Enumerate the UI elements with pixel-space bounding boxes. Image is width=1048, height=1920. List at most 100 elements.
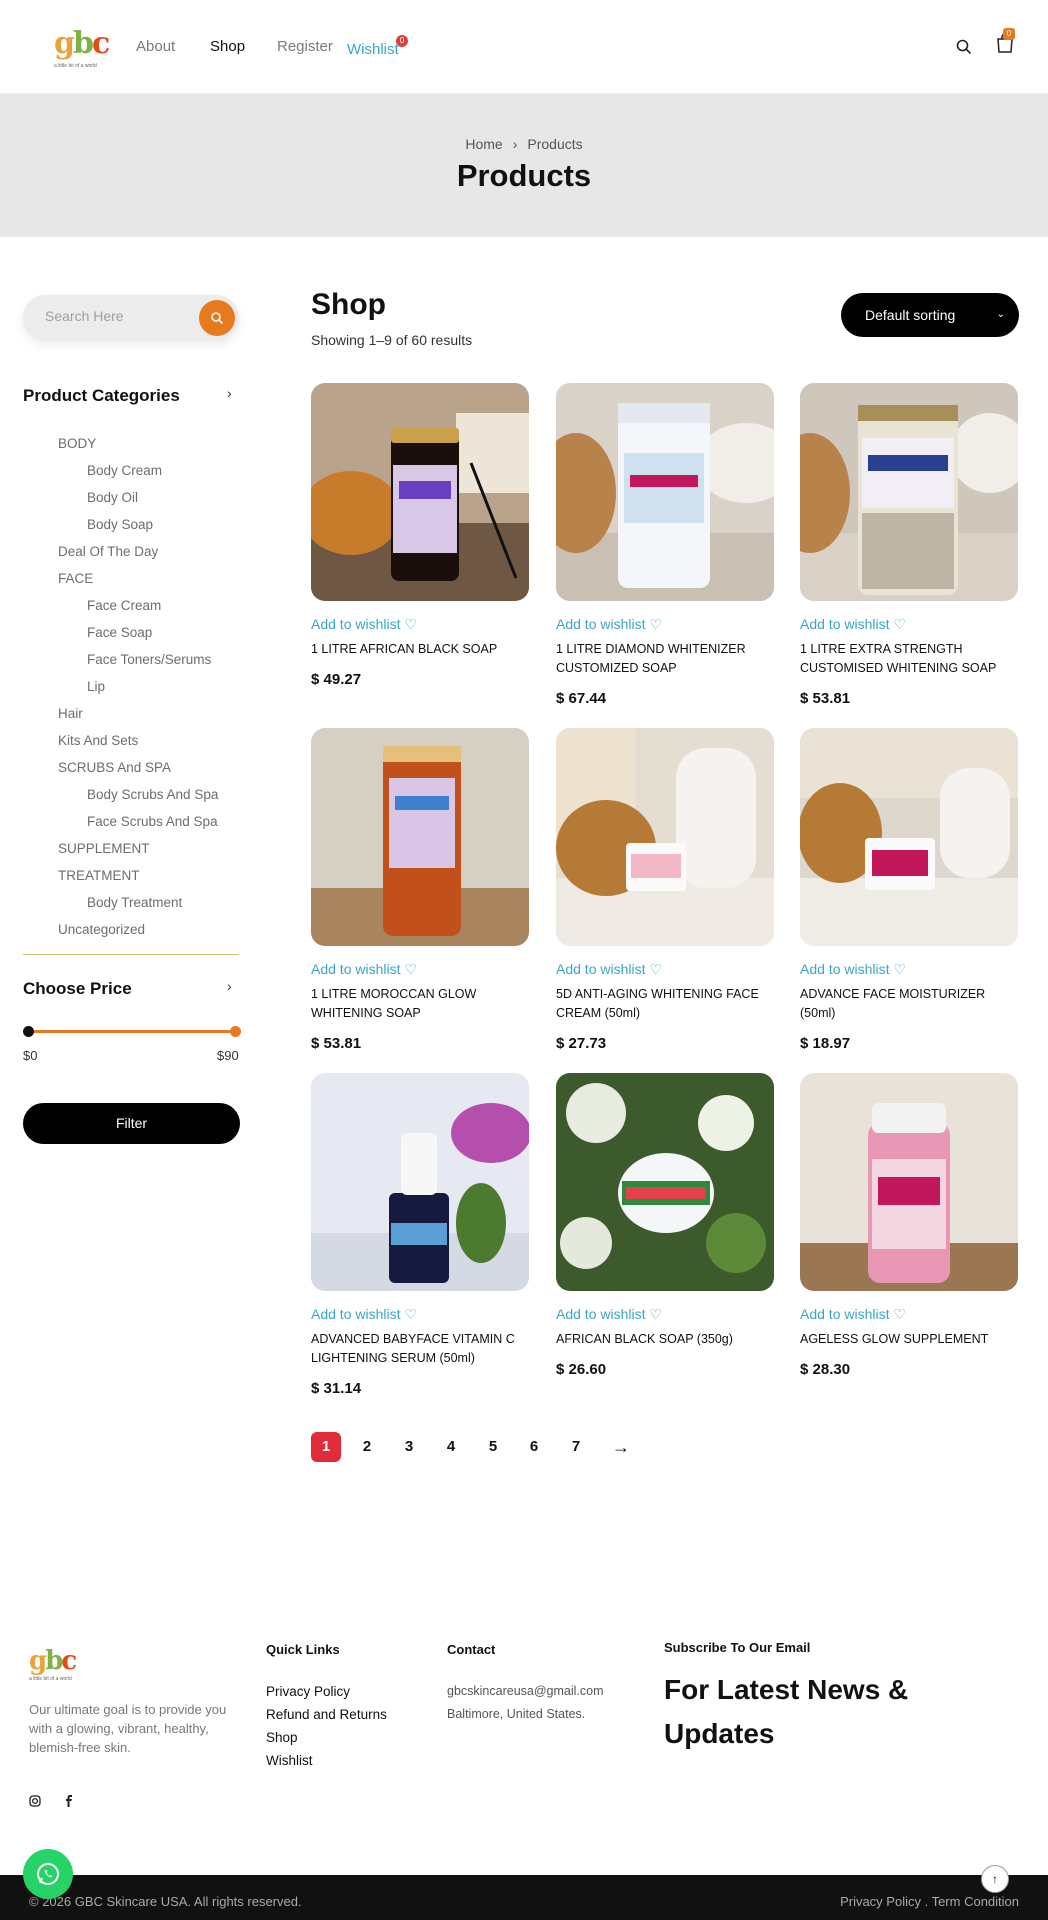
- subscribe-heading: Subscribe To Our Email: [664, 1640, 811, 1655]
- add-to-wishlist-link[interactable]: Add to wishlist ♡: [800, 961, 906, 978]
- product-name[interactable]: AFRICAN BLACK SOAP (350g): [556, 1330, 774, 1349]
- site-logo[interactable]: gbc a little bit of a world: [54, 28, 114, 70]
- nav-wishlist[interactable]: Wishlist: [347, 41, 399, 58]
- add-to-wishlist-link[interactable]: Add to wishlist ♡: [556, 961, 662, 978]
- product-name[interactable]: 1 LITRE MOROCCAN GLOW WHITENING SOAP: [311, 985, 529, 1023]
- price-slider-min-handle[interactable]: [23, 1026, 34, 1037]
- product-price: $ 53.81: [311, 1035, 362, 1052]
- price-min-label: $0: [23, 1048, 38, 1063]
- category-item[interactable]: Body Soap: [87, 517, 153, 532]
- heart-icon: ♡: [649, 961, 662, 977]
- whatsapp-button[interactable]: [23, 1849, 73, 1899]
- search-button[interactable]: [199, 300, 235, 336]
- category-item[interactable]: Face Cream: [87, 598, 161, 613]
- product-name[interactable]: 1 LITRE EXTRA STRENGTH CUSTOMISED WHITEN…: [800, 640, 1018, 678]
- footer-link-wishlist[interactable]: Wishlist: [266, 1753, 313, 1768]
- category-item[interactable]: Lip: [87, 679, 105, 694]
- heart-icon: ♡: [404, 961, 417, 977]
- category-item[interactable]: Face Toners/Serums: [87, 652, 211, 667]
- product-image[interactable]: [800, 1073, 1018, 1291]
- category-item[interactable]: Kits And Sets: [58, 733, 138, 748]
- product-image[interactable]: [556, 383, 774, 601]
- nav-about[interactable]: About: [136, 38, 175, 55]
- add-to-wishlist-link[interactable]: Add to wishlist ♡: [311, 1306, 417, 1323]
- page-banner: Home › Products Products: [0, 94, 1048, 237]
- instagram-icon[interactable]: [28, 1794, 42, 1808]
- category-item[interactable]: Deal Of The Day: [58, 544, 158, 559]
- product-price: $ 18.97: [800, 1035, 851, 1052]
- search-input[interactable]: [45, 308, 195, 324]
- category-item[interactable]: Body Oil: [87, 490, 138, 505]
- add-to-wishlist-link[interactable]: Add to wishlist ♡: [311, 616, 417, 633]
- add-to-wishlist-link[interactable]: Add to wishlist ♡: [556, 1306, 662, 1323]
- category-item[interactable]: SCRUBS And SPA: [58, 760, 171, 775]
- product-image[interactable]: [311, 383, 529, 601]
- cart-count-badge: 0: [1003, 28, 1015, 40]
- product-name[interactable]: 1 LITRE DIAMOND WHITENIZER CUSTOMIZED SO…: [556, 640, 774, 678]
- category-item[interactable]: Hair: [58, 706, 83, 721]
- page-5[interactable]: 5: [478, 1432, 508, 1462]
- search-icon: [211, 312, 224, 325]
- heart-icon: ♡: [893, 961, 906, 977]
- shop-title: Shop: [311, 288, 386, 321]
- price-slider-max-handle[interactable]: [230, 1026, 241, 1037]
- nav-shop[interactable]: Shop: [210, 38, 245, 55]
- product-name[interactable]: ADVANCED BABYFACE VITAMIN C LIGHTENING S…: [311, 1330, 529, 1368]
- add-to-wishlist-link[interactable]: Add to wishlist ♡: [800, 1306, 906, 1323]
- sidebar-divider: [23, 954, 239, 955]
- product-image[interactable]: [311, 728, 529, 946]
- breadcrumb-current: Products: [527, 136, 583, 152]
- category-item[interactable]: Body Treatment: [87, 895, 182, 910]
- footer-link-refund[interactable]: Refund and Returns: [266, 1707, 387, 1722]
- breadcrumb-home[interactable]: Home: [465, 136, 502, 152]
- page-1[interactable]: 1: [311, 1432, 341, 1462]
- chevron-right-icon: ›: [512, 136, 518, 152]
- category-item[interactable]: TREATMENT: [58, 868, 140, 883]
- product-name[interactable]: 1 LITRE AFRICAN BLACK SOAP: [311, 640, 529, 659]
- footer-link-shop[interactable]: Shop: [266, 1730, 298, 1745]
- chevron-right-icon[interactable]: ›: [227, 978, 232, 994]
- category-item[interactable]: SUPPLEMENT: [58, 841, 150, 856]
- add-to-wishlist-link[interactable]: Add to wishlist ♡: [556, 616, 662, 633]
- chevron-right-icon[interactable]: ›: [227, 385, 232, 401]
- next-page-arrow-icon[interactable]: →: [606, 1432, 636, 1462]
- heart-icon: ♡: [404, 1306, 417, 1322]
- product-image[interactable]: [556, 1073, 774, 1291]
- product-name[interactable]: AGELESS GLOW SUPPLEMENT: [800, 1330, 1018, 1349]
- page-6[interactable]: 6: [519, 1432, 549, 1462]
- legal-links[interactable]: Privacy Policy . Term Condition: [840, 1894, 1019, 1909]
- footer-link-privacy[interactable]: Privacy Policy: [266, 1684, 350, 1699]
- category-item[interactable]: Face Scrubs And Spa: [87, 814, 218, 829]
- product-name[interactable]: 5D ANTI-AGING WHITENING FACE CREAM (50ml…: [556, 985, 774, 1023]
- search-icon[interactable]: [955, 38, 973, 56]
- category-item[interactable]: Uncategorized: [58, 922, 145, 937]
- page-4[interactable]: 4: [436, 1432, 466, 1462]
- sort-dropdown[interactable]: Default sorting ⌄: [841, 293, 1019, 337]
- page-7[interactable]: 7: [561, 1432, 591, 1462]
- filter-button[interactable]: Filter: [23, 1103, 240, 1144]
- product-name[interactable]: ADVANCE FACE MOISTURIZER (50ml): [800, 985, 1018, 1023]
- category-item[interactable]: Body Scrubs And Spa: [87, 787, 218, 802]
- contact-email[interactable]: gbcskincareusa@gmail.com: [447, 1684, 604, 1698]
- category-item[interactable]: Body Cream: [87, 463, 162, 478]
- category-item[interactable]: BODY: [58, 436, 96, 451]
- product-image[interactable]: [311, 1073, 529, 1291]
- product-image[interactable]: [800, 383, 1018, 601]
- page-3[interactable]: 3: [394, 1432, 424, 1462]
- product-image[interactable]: [556, 728, 774, 946]
- product-image[interactable]: [800, 728, 1018, 946]
- footer-logo[interactable]: gbc a little bit of a world: [29, 1645, 89, 1685]
- facebook-icon[interactable]: [62, 1794, 76, 1808]
- heart-icon: ♡: [404, 616, 417, 632]
- category-item[interactable]: FACE: [58, 571, 93, 586]
- add-to-wishlist-link[interactable]: Add to wishlist ♡: [311, 961, 417, 978]
- page-2[interactable]: 2: [352, 1432, 382, 1462]
- add-to-wishlist-link[interactable]: Add to wishlist ♡: [800, 616, 906, 633]
- category-item[interactable]: Face Soap: [87, 625, 152, 640]
- heart-icon: ♡: [649, 1306, 662, 1322]
- back-to-top-button[interactable]: ↑: [981, 1865, 1009, 1893]
- categories-heading: Product Categories: [23, 386, 180, 405]
- product-price: $ 67.44: [556, 690, 607, 707]
- nav-register[interactable]: Register: [277, 38, 333, 55]
- heart-icon: ♡: [893, 1306, 906, 1322]
